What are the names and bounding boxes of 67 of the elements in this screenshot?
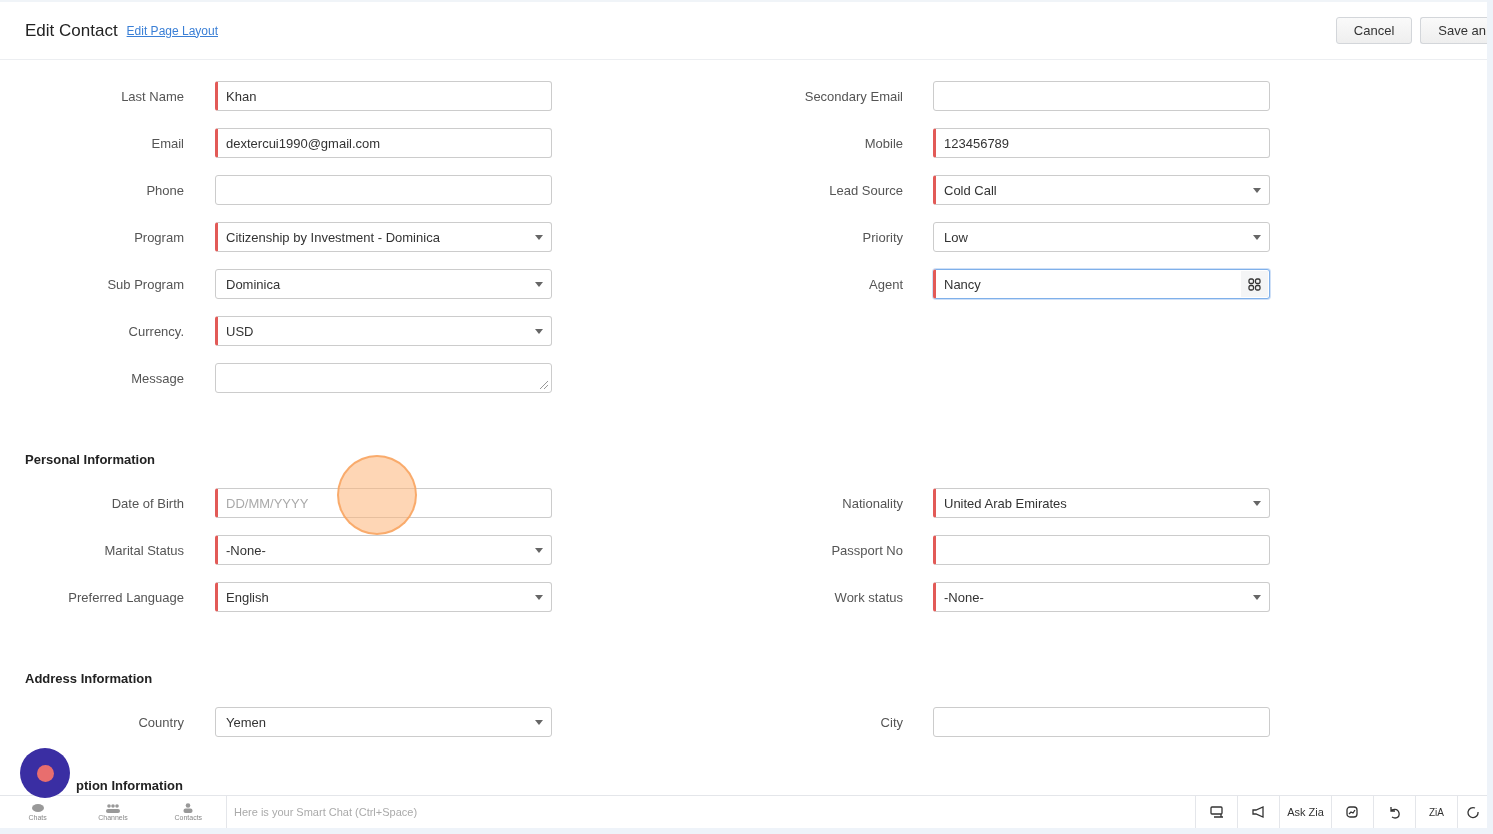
input-field[interactable] xyxy=(933,535,1270,565)
field-label: Mobile xyxy=(863,135,903,151)
field-label: Phone xyxy=(145,182,184,198)
megaphone-icon xyxy=(1251,806,1266,818)
field-label: Preferred Language xyxy=(67,589,184,605)
section-heading: ption Information xyxy=(75,776,184,795)
chat-bot-button[interactable] xyxy=(20,748,70,798)
lookup-grid-icon[interactable] xyxy=(1248,277,1261,291)
field-label: Last Name xyxy=(120,88,184,104)
people-icon xyxy=(106,803,120,813)
section-heading: Address Information xyxy=(24,670,154,688)
caret-icon xyxy=(535,720,543,725)
person-icon xyxy=(183,803,194,813)
field-label: Currency. xyxy=(127,323,184,339)
dropdown-field[interactable]: USD xyxy=(215,316,552,346)
input-field[interactable]: dextercui1990@gmail.com xyxy=(215,128,552,158)
caret-icon xyxy=(1253,188,1261,193)
input-field[interactable] xyxy=(215,363,552,393)
caret-icon xyxy=(535,235,543,240)
undo-arrow-icon xyxy=(1388,805,1401,819)
field-label: Program xyxy=(133,229,184,245)
dropdown-field[interactable]: Dominica xyxy=(215,269,552,299)
field-label: Date of Birth xyxy=(110,495,184,511)
field-label: Email xyxy=(150,135,184,151)
caret-icon xyxy=(535,548,543,553)
field-label: Nationality xyxy=(841,495,903,511)
field-label: Agent xyxy=(868,276,903,292)
field-label: Secondary Email xyxy=(803,88,903,104)
caret-icon xyxy=(1253,235,1261,240)
input-field[interactable] xyxy=(215,175,552,205)
monitor-icon xyxy=(1209,806,1224,818)
resize-grip-icon[interactable] xyxy=(539,380,548,389)
field-label: City xyxy=(879,714,903,730)
dropdown-field[interactable]: United Arab Emirates xyxy=(933,488,1270,518)
input-field[interactable] xyxy=(933,707,1270,737)
input-field[interactable]: 123456789 xyxy=(933,128,1270,158)
field-label: Work status xyxy=(833,589,903,605)
field-label: Lead Source xyxy=(828,182,903,198)
page-title: Edit Contact xyxy=(25,20,118,41)
dropdown-field[interactable]: Citizenship by Investment - Dominica xyxy=(215,222,552,252)
dropdown-field[interactable]: Cold Call xyxy=(933,175,1270,205)
dropdown-field[interactable]: Low xyxy=(933,222,1270,252)
input-field[interactable]: Khan xyxy=(215,81,552,111)
save-button[interactable]: Save an xyxy=(1420,17,1487,44)
field-label: Priority xyxy=(861,229,903,245)
chat-bubble-icon xyxy=(31,803,44,813)
cancel-button[interactable]: Cancel xyxy=(1335,17,1413,44)
chart-icon xyxy=(1346,805,1359,819)
dropdown-field[interactable]: Yemen xyxy=(215,707,552,737)
field-label: Sub Program xyxy=(106,276,184,292)
field-label: Passport No xyxy=(830,542,903,558)
field-label: Country xyxy=(137,714,184,730)
smart-chat-input[interactable]: Here is your Smart Chat (Ctrl+Space) xyxy=(227,796,1195,828)
input-field[interactable] xyxy=(933,81,1270,111)
field-label: Marital Status xyxy=(103,542,184,558)
field-label: Message xyxy=(130,370,184,386)
dropdown-field[interactable]: -None- xyxy=(933,582,1270,612)
caret-icon xyxy=(535,329,543,334)
dropdown-field[interactable]: -None- xyxy=(215,535,552,565)
caret-icon xyxy=(1253,595,1261,600)
caret-icon xyxy=(1253,501,1261,506)
input-field[interactable]: Nancy xyxy=(933,269,1270,299)
caret-icon xyxy=(535,282,543,287)
caret-icon xyxy=(535,595,543,600)
section-heading: Personal Information xyxy=(24,451,157,469)
edit-layout-link[interactable]: Edit Page Layout xyxy=(126,23,218,38)
dropdown-field[interactable]: English xyxy=(215,582,552,612)
